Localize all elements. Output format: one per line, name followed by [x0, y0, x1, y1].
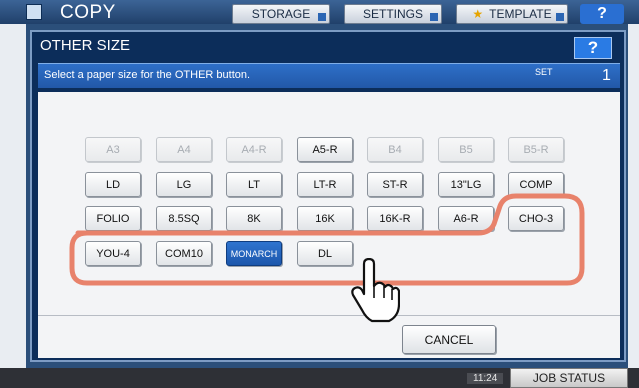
- cancel-button[interactable]: CANCEL: [402, 325, 496, 354]
- pointing-hand-icon: [351, 258, 400, 323]
- highlight-outline: [69, 193, 585, 286]
